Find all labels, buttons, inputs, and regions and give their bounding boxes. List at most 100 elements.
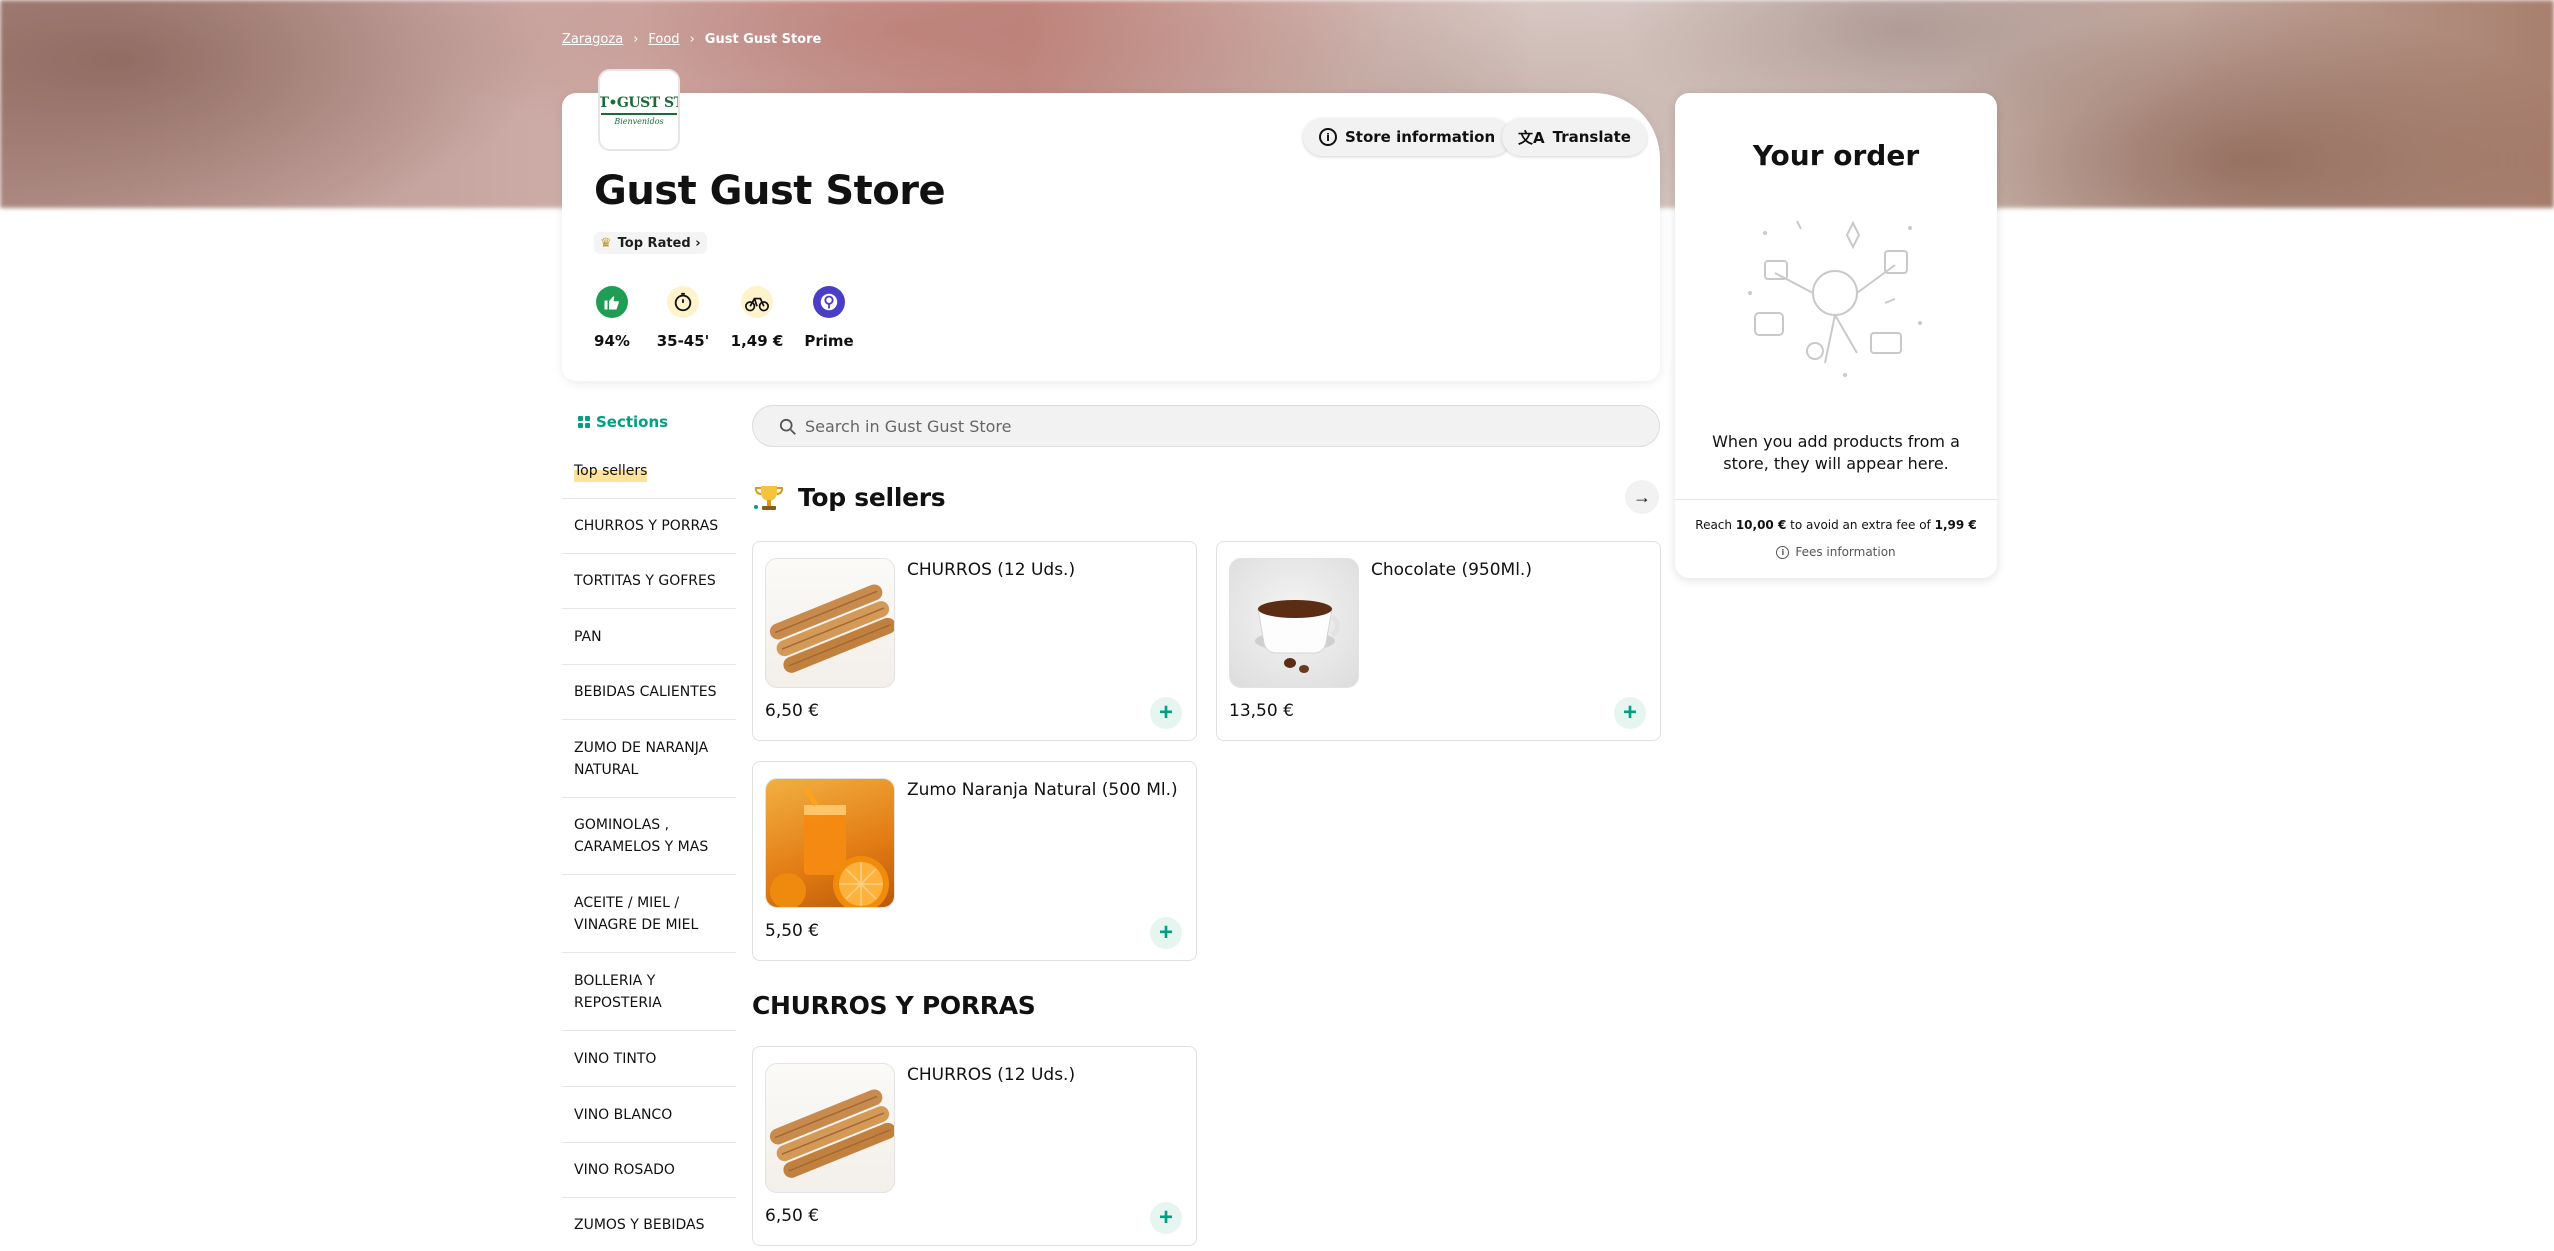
sidebar-item-label: TORTITAS Y GOFRES xyxy=(574,573,716,589)
product-card[interactable]: Chocolate (950Ml.) 13,50 € + xyxy=(1216,541,1661,741)
prime-stat: Prime xyxy=(799,286,859,350)
info-icon: i xyxy=(1319,128,1337,146)
breadcrumb: Zaragoza › Food › Gust Gust Store xyxy=(562,32,821,47)
sidebar-item-bebidas-calientes[interactable]: BEBIDAS CALIENTES xyxy=(562,665,736,720)
churros-section-title: CHURROS Y PORRAS xyxy=(752,991,1036,1020)
crown-icon: ♛ xyxy=(600,235,612,251)
sidebar-item-label: CHURROS Y PORRAS xyxy=(574,518,719,534)
add-product-button[interactable]: + xyxy=(1150,917,1182,949)
store-logo-subtext: Bienvenidos xyxy=(614,116,664,126)
breadcrumb-current: Gust Gust Store xyxy=(704,32,822,47)
fee-threshold: 10,00 € xyxy=(1735,518,1787,532)
trophy-icon xyxy=(754,486,784,510)
product-price: 13,50 € xyxy=(1229,701,1294,721)
logo-divider xyxy=(601,112,677,115)
plus-icon: + xyxy=(1158,1204,1173,1231)
sidebar-item-zumos-y-bebidas[interactable]: ZUMOS Y BEBIDAS xyxy=(562,1198,736,1251)
orange-juice-image xyxy=(765,778,895,908)
rating-value: 94% xyxy=(594,332,630,350)
add-product-button[interactable]: + xyxy=(1614,697,1646,729)
sidebar-item-label: VINO ROSADO xyxy=(574,1162,675,1178)
chocolate-image xyxy=(1229,558,1359,688)
thumbs-up-icon xyxy=(596,286,628,318)
top-rated-badge[interactable]: ♛ Top Rated › xyxy=(594,232,707,254)
sections-sidebar: Sections Top sellers CHURROS Y PORRAS TO… xyxy=(562,400,736,1251)
arrow-right-icon: → xyxy=(1633,486,1651,507)
plus-icon: + xyxy=(1158,919,1173,946)
prime-label: Prime xyxy=(804,332,854,350)
minimum-order-notice: Reach 10,00 € to avoid an extra fee of 1… xyxy=(1675,518,1997,532)
sidebar-item-tortitas-y-gofres[interactable]: TORTITAS Y GOFRES xyxy=(562,554,736,609)
translate-button[interactable]: 文A Translate xyxy=(1502,118,1647,156)
top-sellers-title: Top sellers xyxy=(798,483,946,512)
sections-heading: Sections xyxy=(562,400,736,444)
info-icon: i xyxy=(1776,545,1790,559)
top-rated-label: Top Rated › xyxy=(617,235,701,251)
top-sellers-next-button[interactable]: → xyxy=(1625,480,1659,514)
search-bar xyxy=(752,405,1660,447)
sidebar-item-label: PAN xyxy=(574,628,602,645)
rating-stat: 94% xyxy=(582,286,642,350)
chevron-right-icon: › xyxy=(689,32,695,47)
sidebar-item-vino-blanco[interactable]: VINO BLANCO xyxy=(562,1087,736,1143)
product-card[interactable]: CHURROS (12 Uds.) 6,50 € + xyxy=(752,541,1197,741)
translate-icon: 文A xyxy=(1518,128,1545,147)
sidebar-item-pan[interactable]: PAN xyxy=(562,609,736,665)
product-name: CHURROS (12 Uds.) xyxy=(907,560,1076,580)
product-name: Zumo Naranja Natural (500 Ml.) xyxy=(907,780,1178,800)
delivery-fee-value: 1,49 € xyxy=(730,332,784,350)
order-empty-message: When you add products from a store, they… xyxy=(1712,432,1960,473)
sidebar-item-label: BOLLERIA Y REPOSTERIA xyxy=(574,972,662,1011)
product-name: Chocolate (950Ml.) xyxy=(1371,560,1532,580)
product-card[interactable]: CHURROS (12 Uds.) 6,50 € + xyxy=(752,1046,1197,1246)
fee-middle: to avoid an extra fee of xyxy=(1786,518,1935,532)
product-price: 5,50 € xyxy=(765,921,820,941)
sidebar-item-aceite-miel[interactable]: ACEITE / MIEL / VINAGRE DE MIEL xyxy=(562,875,736,953)
fee-amount: 1,99 € xyxy=(1934,518,1977,532)
sidebar-item-zumo-de-naranja[interactable]: ZUMO DE NARANJA NATURAL xyxy=(562,720,736,798)
order-panel: Your order When you add products from a … xyxy=(1675,93,1997,578)
empty-order-illustration-icon xyxy=(1748,220,1922,377)
store-title: Gust Gust Store xyxy=(594,168,946,214)
plus-icon: + xyxy=(1622,699,1637,726)
breadcrumb-city-link[interactable]: Zaragoza xyxy=(562,32,623,47)
store-information-label: Store information xyxy=(1345,128,1496,146)
fee-prefix: Reach xyxy=(1695,518,1736,532)
add-product-button[interactable]: + xyxy=(1150,1202,1182,1234)
grid-icon xyxy=(578,416,590,428)
prime-icon xyxy=(813,286,845,318)
fees-information-link[interactable]: i Fees information xyxy=(1675,545,1997,559)
order-title: Your order xyxy=(1752,139,1920,172)
sidebar-item-label: BEBIDAS CALIENTES xyxy=(574,684,717,700)
sidebar-item-bolleria[interactable]: BOLLERIA Y REPOSTERIA xyxy=(562,953,736,1031)
chevron-right-icon: › xyxy=(633,32,639,47)
sidebar-item-label: ZUMOS Y BEBIDAS xyxy=(574,1217,705,1233)
product-price: 6,50 € xyxy=(765,701,820,721)
product-name: CHURROS (12 Uds.) xyxy=(907,1065,1076,1085)
sidebar-item-churros-y-porras[interactable]: CHURROS Y PORRAS xyxy=(562,499,736,554)
search-input[interactable] xyxy=(805,416,1605,436)
sidebar-item-gominolas[interactable]: GOMINOLAS , CARAMELOS Y MAS xyxy=(562,798,736,875)
order-divider xyxy=(1675,499,1997,500)
search-icon xyxy=(779,418,796,435)
sidebar-item-label: ZUMO DE NARANJA NATURAL xyxy=(574,739,709,778)
store-information-button[interactable]: i Store information xyxy=(1303,118,1512,156)
fees-information-label: Fees information xyxy=(1795,545,1896,559)
breadcrumb-category-link[interactable]: Food xyxy=(648,32,679,47)
store-logo-text: JST•GUST STO xyxy=(598,94,678,111)
plus-icon: + xyxy=(1158,699,1173,726)
timer-icon xyxy=(667,286,699,318)
sidebar-item-label: Top sellers xyxy=(574,460,648,482)
add-product-button[interactable]: + xyxy=(1150,697,1182,729)
sidebar-item-vino-tinto[interactable]: VINO TINTO xyxy=(562,1031,736,1087)
delivery-fee-stat: 1,49 € xyxy=(727,286,787,350)
product-price: 6,50 € xyxy=(765,1206,820,1226)
translate-label: Translate xyxy=(1552,128,1631,146)
churros-image xyxy=(765,558,895,688)
product-card[interactable]: Zumo Naranja Natural (500 Ml.) 5,50 € + xyxy=(752,761,1197,961)
delivery-time-value: 35-45' xyxy=(656,332,710,350)
sidebar-item-label: VINO TINTO xyxy=(574,1050,657,1067)
sidebar-item-label: GOMINOLAS , CARAMELOS Y MAS xyxy=(574,817,709,855)
sidebar-item-vino-rosado[interactable]: VINO ROSADO xyxy=(562,1143,736,1198)
sidebar-item-top-sellers[interactable]: Top sellers xyxy=(562,444,736,499)
